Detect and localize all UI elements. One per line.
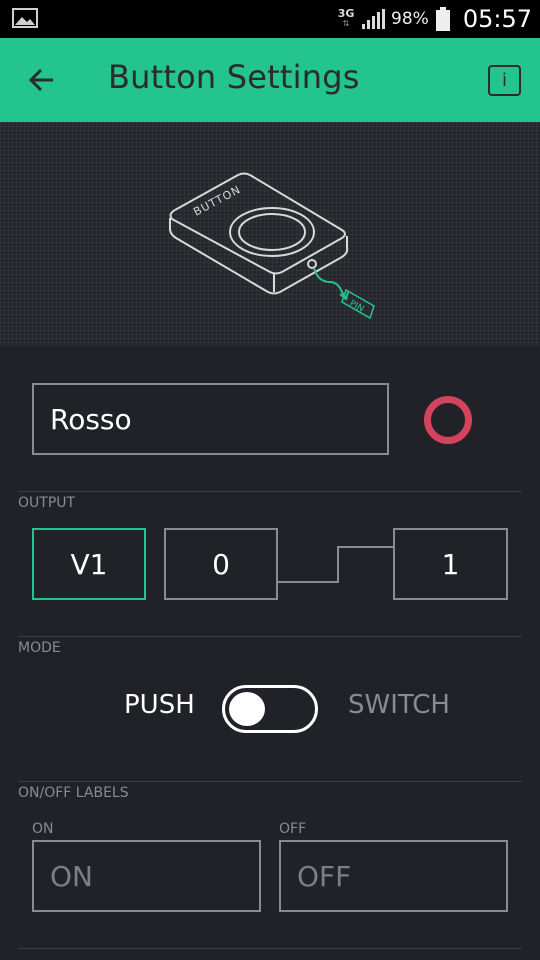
on-label-input[interactable]: ON xyxy=(32,840,261,912)
page-title: Button Settings xyxy=(108,58,360,96)
signal-icon xyxy=(362,9,386,29)
battery-percent: 98% xyxy=(391,9,429,29)
divider xyxy=(18,491,522,492)
arrow-left-icon xyxy=(29,69,53,91)
divider xyxy=(18,948,522,949)
output-low-value-input[interactable]: 0 xyxy=(164,528,278,600)
status-bar: 3G ⇅ 98% 05:57 xyxy=(0,0,540,38)
on-label-placeholder: ON xyxy=(50,859,93,893)
pin-label: PIN xyxy=(348,299,366,315)
on-label-caption: ON xyxy=(32,821,54,837)
output-high-value: 1 xyxy=(441,547,460,581)
back-button[interactable] xyxy=(22,62,62,98)
mode-section-label: MODE xyxy=(18,640,61,656)
app-bar: Button Settings i xyxy=(0,38,540,122)
range-connector-line xyxy=(278,546,394,583)
status-icons: 3G ⇅ 98% 05:57 xyxy=(337,0,532,38)
off-label-input[interactable]: OFF xyxy=(279,840,508,912)
toggle-knob xyxy=(229,692,265,726)
color-picker-button[interactable] xyxy=(424,396,472,444)
gallery-icon xyxy=(12,8,38,28)
output-pin-selector[interactable]: V1 xyxy=(32,528,146,600)
mode-toggle[interactable] xyxy=(222,685,318,733)
widget-illustration: BUTTON PIN xyxy=(0,122,540,346)
labels-section-label: ON/OFF LABELS xyxy=(18,785,129,801)
info-button[interactable]: i xyxy=(488,65,521,96)
button-device-illustration: BUTTON PIN xyxy=(169,172,375,320)
divider xyxy=(18,636,522,637)
mode-push-label[interactable]: PUSH xyxy=(124,690,195,720)
widget-name-input[interactable]: Rosso xyxy=(32,383,389,455)
off-label-placeholder: OFF xyxy=(297,859,352,893)
output-high-value-input[interactable]: 1 xyxy=(393,528,508,600)
info-icon: i xyxy=(501,70,507,91)
output-section-label: OUTPUT xyxy=(18,495,76,511)
clock: 05:57 xyxy=(462,5,532,33)
output-pin-value: V1 xyxy=(70,547,108,581)
widget-name-value: Rosso xyxy=(50,402,132,436)
divider xyxy=(18,781,522,782)
battery-icon xyxy=(435,7,450,31)
output-low-value: 0 xyxy=(212,547,230,581)
data-arrows-icon: 3G ⇅ xyxy=(337,7,355,28)
mode-switch-label[interactable]: SWITCH xyxy=(348,690,450,720)
off-label-caption: OFF xyxy=(279,821,307,837)
device-label: BUTTON xyxy=(191,183,243,219)
